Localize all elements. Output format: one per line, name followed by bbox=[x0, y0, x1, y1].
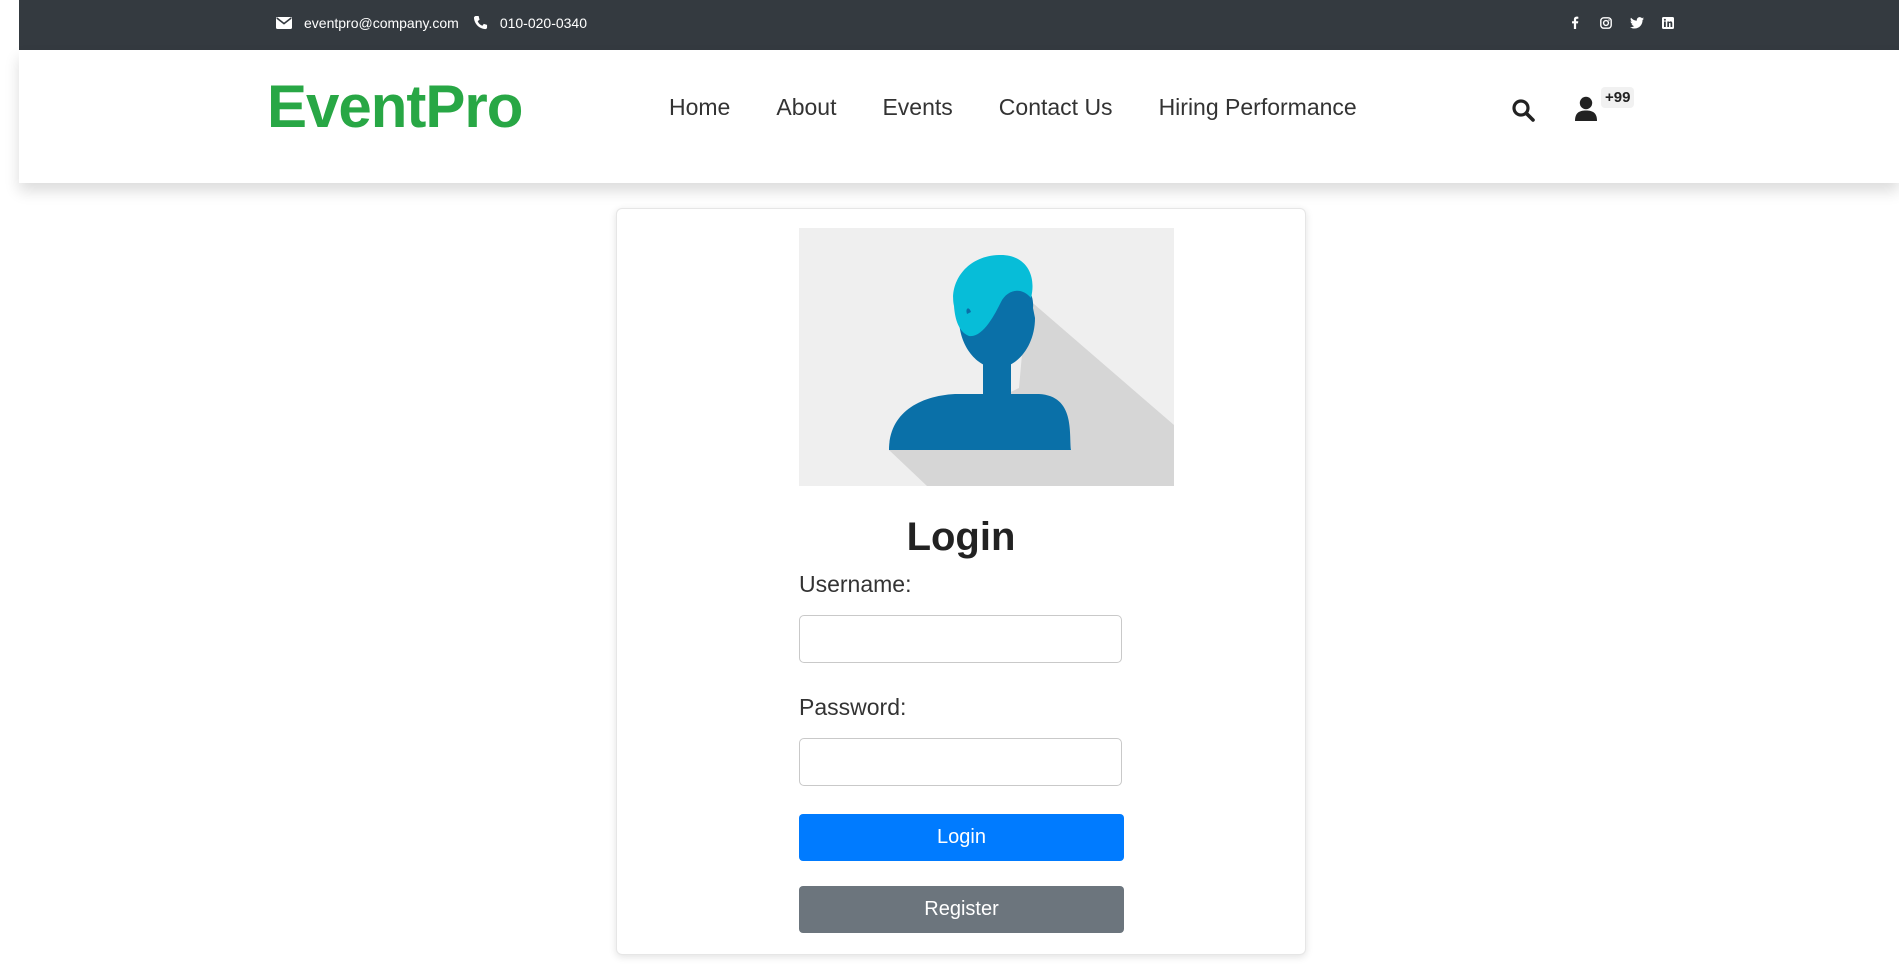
top-contact-bar: eventpro@company.com 010-020-0340 bbox=[19, 0, 1899, 50]
username-label: Username: bbox=[799, 571, 912, 597]
notification-badge: +99 bbox=[1601, 87, 1635, 108]
nav-events[interactable]: Events bbox=[882, 94, 952, 121]
nav-menu: Home About Events Contact Us Hiring Perf… bbox=[669, 94, 1403, 121]
linkedin-icon[interactable] bbox=[1652, 13, 1683, 33]
search-icon[interactable] bbox=[1511, 98, 1535, 127]
contact-info: eventpro@company.com 010-020-0340 bbox=[276, 0, 601, 45]
avatar-illustration bbox=[799, 228, 1174, 486]
facebook-icon[interactable] bbox=[1559, 13, 1590, 33]
email-text: eventpro@company.com bbox=[304, 14, 459, 31]
nav-actions: +99 bbox=[1511, 84, 1635, 127]
nav-home[interactable]: Home bbox=[669, 94, 730, 121]
login-title: Login bbox=[906, 515, 1016, 559]
brand-logo[interactable]: EventPro bbox=[267, 72, 523, 141]
phone-icon bbox=[473, 15, 487, 30]
login-card: Login Username: Password: Login Register bbox=[616, 208, 1306, 955]
nav-hiring-performance[interactable]: Hiring Performance bbox=[1159, 94, 1357, 121]
nav-contact-us[interactable]: Contact Us bbox=[999, 94, 1113, 121]
register-button[interactable]: Register bbox=[799, 886, 1124, 933]
username-input[interactable] bbox=[799, 615, 1122, 663]
email-item[interactable]: eventpro@company.com bbox=[276, 15, 459, 31]
social-links bbox=[1559, 0, 1683, 45]
nav-about[interactable]: About bbox=[776, 94, 836, 121]
envelope-icon bbox=[276, 16, 292, 29]
user-icon bbox=[1575, 96, 1597, 121]
login-button[interactable]: Login bbox=[799, 814, 1124, 861]
user-avatar-icon bbox=[799, 228, 1174, 486]
password-input[interactable] bbox=[799, 738, 1122, 786]
main-navbar: EventPro Home About Events Contact Us Hi… bbox=[19, 50, 1899, 183]
user-account-button[interactable]: +99 bbox=[1575, 87, 1635, 127]
instagram-icon[interactable] bbox=[1590, 13, 1621, 33]
phone-text: 010-020-0340 bbox=[499, 14, 587, 31]
twitter-icon[interactable] bbox=[1621, 13, 1652, 33]
phone-item[interactable]: 010-020-0340 bbox=[473, 15, 587, 31]
password-label: Password: bbox=[799, 694, 907, 720]
